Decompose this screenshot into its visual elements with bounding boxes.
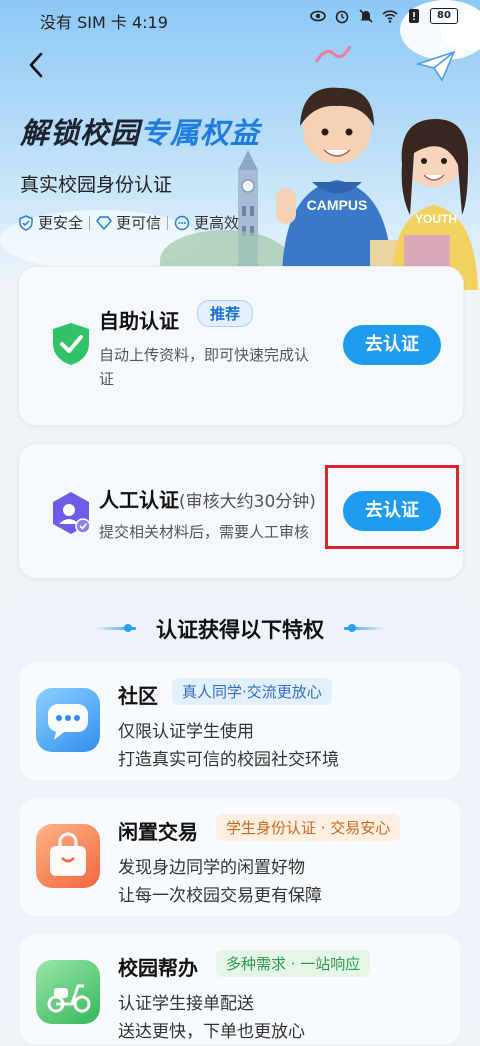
privilege-desc: 认证学生接单配送 送达更快，下单也更放心	[118, 990, 305, 1046]
hero-title-highlight: 专属权益	[140, 116, 261, 150]
ribbon-decoration	[314, 45, 352, 63]
manual-cert-title: 人工认证	[99, 488, 179, 512]
shirt-text-campus: CAMPUS	[307, 197, 368, 213]
chat-icon	[174, 215, 190, 230]
privilege-card-community[interactable]: 社区 真人同学·交流更放心 仅限认证学生使用 打造真实可信的校园社交环境	[20, 662, 460, 780]
benefit-badges: 更安全 更可信 更高效	[18, 212, 239, 233]
shopping-bag-icon	[36, 824, 100, 888]
badge-safe: 更安全	[18, 212, 83, 233]
privilege-desc: 发现身边同学的闲置好物 让每一次校园交易更有保障	[118, 854, 322, 910]
alarm-icon	[335, 10, 349, 24]
hero-subtitle: 真实校园身份认证	[20, 174, 173, 196]
female-student-illustration: YOUTH	[391, 119, 478, 290]
status-bar: 没有 SIM 卡 4:19 80	[0, 0, 480, 36]
privilege-title: 校园帮办	[118, 956, 198, 980]
hero-title: 解锁校园专属权益	[20, 110, 260, 152]
community-chat-icon	[36, 688, 100, 752]
privilege-title: 社区	[118, 684, 158, 708]
manual-cert-note: (审核大约30分钟)	[179, 492, 316, 512]
self-cert-card: 自助认证 推荐 自动上传资料，即可快速完成认 证 去认证	[18, 266, 464, 426]
self-cert-title: 自助认证	[99, 309, 179, 333]
privilege-tag: 多种需求 · 一站响应	[216, 950, 371, 977]
self-cert-desc-line1: 自动上传资料，即可快速完成认	[99, 346, 310, 364]
self-cert-button[interactable]: 去认证	[343, 325, 441, 365]
privilege-desc-line2: 送达更快，下单也更放心	[118, 1022, 305, 1042]
hero-title-plain: 解锁校园	[20, 116, 141, 150]
battery-indicator: 80	[430, 8, 458, 24]
diamond-icon	[96, 215, 112, 230]
privilege-title: 闲置交易	[118, 820, 198, 844]
hero-banner: 没有 SIM 卡 4:19 80 CAMPUS YOUTH 解锁校园专属权益 真…	[0, 0, 480, 290]
eye-icon	[310, 10, 326, 22]
badge-trusted: 更可信	[96, 212, 161, 233]
carrier-time: 没有 SIM 卡 4:19	[40, 13, 168, 32]
privilege-tag: 真人同学·交流更放心	[172, 678, 332, 705]
privilege-desc-line1: 认证学生接单配送	[118, 994, 254, 1014]
badge-label: 更可信	[116, 214, 162, 232]
divider	[89, 215, 91, 230]
back-arrow-icon[interactable]	[22, 50, 52, 80]
privileges-heading: 认证获得以下特权	[156, 618, 324, 642]
recommend-tag: 推荐	[197, 300, 254, 327]
shirt-text-youth: YOUTH	[415, 212, 457, 226]
privilege-desc: 仅限认证学生使用 打造真实可信的校园社交环境	[118, 718, 339, 774]
mute-icon	[359, 9, 373, 23]
paper-plane-icon	[416, 50, 456, 82]
badge-label: 更安全	[38, 214, 84, 232]
verified-shield-icon	[53, 323, 89, 365]
badge-efficient: 更高效	[174, 212, 239, 233]
privilege-tag: 学生身份认证 · 交易安心	[216, 814, 401, 841]
self-cert-desc-line2: 证	[99, 370, 115, 388]
alert-icon	[409, 9, 419, 23]
wifi-icon	[382, 10, 398, 23]
self-cert-desc: 自动上传资料，即可快速完成认 证	[99, 343, 309, 391]
privileges-section: 认证获得以下特权 社区 真人同学·交流更放心 仅限认证学生使用 打造真实可信的校…	[0, 594, 480, 1044]
shield-icon	[19, 214, 33, 231]
privilege-desc-line2: 打造真实可信的校园社交环境	[118, 750, 339, 770]
heading-decoration-right	[344, 627, 384, 630]
privilege-card-secondhand[interactable]: 闲置交易 学生身份认证 · 交易安心 发现身边同学的闲置好物 让每一次校园交易更…	[20, 798, 460, 916]
scooter-icon	[36, 960, 100, 1024]
badge-label: 更高效	[194, 214, 240, 232]
privilege-desc-line2: 让每一次校园交易更有保障	[118, 886, 322, 906]
id-card-person-icon	[53, 492, 91, 534]
privilege-card-campus-helper[interactable]: 校园帮办 多种需求 · 一站响应 认证学生接单配送 送达更快，下单也更放心	[20, 934, 460, 1044]
highlight-box	[325, 465, 459, 549]
manual-cert-title-row: 人工认证(审核大约30分钟)	[99, 484, 316, 513]
manual-cert-desc: 提交相关材料后，需要人工审核	[99, 523, 310, 541]
privilege-desc-line1: 发现身边同学的闲置好物	[118, 858, 305, 878]
privilege-desc-line1: 仅限认证学生使用	[118, 722, 254, 742]
divider	[167, 215, 169, 230]
